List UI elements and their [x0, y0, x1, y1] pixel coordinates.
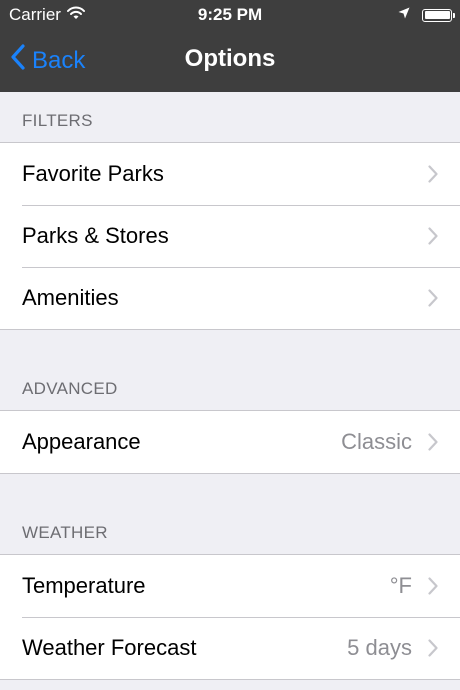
- chevron-right-icon: [426, 163, 440, 185]
- row-label: Amenities: [22, 285, 119, 310]
- options-screen: Carrier 9:25 PM Back Options FILTERS Fav…: [0, 0, 460, 690]
- chevron-right-icon: [426, 637, 440, 659]
- page-title: Options: [184, 45, 276, 72]
- battery-icon: [422, 8, 455, 22]
- row-label: Temperature: [22, 573, 146, 598]
- chevron-right-icon: [426, 431, 440, 453]
- status-bar: Carrier 9:25 PM: [0, 0, 460, 32]
- section-header-filters: FILTERS: [22, 111, 93, 130]
- settings-list: FILTERS Favorite Parks Parks & Stores Am…: [0, 92, 460, 680]
- row-parks-and-stores[interactable]: Parks & Stores: [0, 205, 460, 267]
- row-value: °F: [389, 573, 412, 598]
- row-label: Favorite Parks: [22, 161, 164, 186]
- section-header-advanced: ADVANCED: [22, 379, 118, 398]
- status-time: 9:25 PM: [197, 5, 263, 24]
- row-label: Weather Forecast: [22, 635, 197, 660]
- section-header-weather: WEATHER: [22, 523, 108, 542]
- weather-group: Temperature °F Weather Forecast 5 days: [0, 554, 460, 680]
- location-arrow-icon: [398, 6, 410, 24]
- navigation-bar: Back Options: [0, 32, 460, 92]
- row-temperature[interactable]: Temperature °F: [0, 555, 460, 617]
- top-bar: Carrier 9:25 PM Back Options: [0, 0, 460, 92]
- row-favorite-parks[interactable]: Favorite Parks: [0, 143, 460, 205]
- row-label: Appearance: [22, 429, 141, 454]
- row-label: Parks & Stores: [22, 223, 169, 248]
- chevron-right-icon: [426, 225, 440, 247]
- row-amenities[interactable]: Amenities: [0, 267, 460, 329]
- chevron-right-icon: [426, 575, 440, 597]
- chevron-right-icon: [426, 287, 440, 309]
- row-weather-forecast[interactable]: Weather Forecast 5 days: [0, 617, 460, 679]
- row-value: Classic: [341, 429, 412, 454]
- row-value: 5 days: [347, 635, 412, 660]
- row-appearance[interactable]: Appearance Classic: [0, 411, 460, 473]
- filters-group: Favorite Parks Parks & Stores Amenities: [0, 142, 460, 330]
- advanced-group: Appearance Classic: [0, 410, 460, 474]
- status-right-icons: [398, 6, 455, 24]
